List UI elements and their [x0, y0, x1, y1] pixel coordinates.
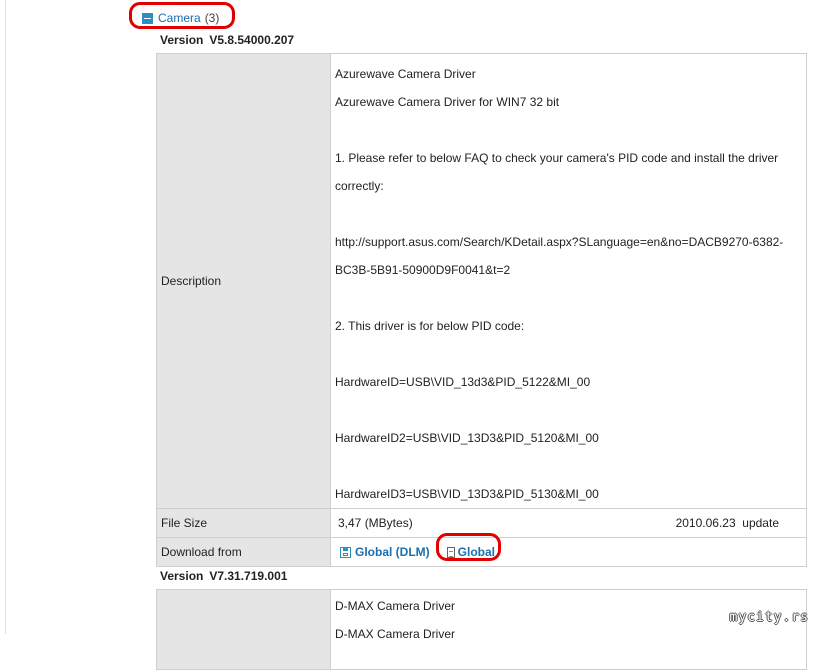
description-line: HardwareID2=USB\VID_13D3&PID_5120&MI_00	[335, 431, 599, 445]
left-border	[5, 0, 6, 634]
version-number: V5.8.54000.207	[209, 33, 295, 47]
version-label: Version	[160, 33, 204, 47]
description-row: D-MAX Camera Driver D-MAX Camera Driver	[156, 589, 807, 670]
version-label: Version	[160, 569, 204, 583]
highlight-ring-download	[436, 533, 501, 561]
download-manager-icon	[340, 546, 351, 558]
download-global-dlm-label: Global (DLM)	[355, 545, 430, 559]
download-label: Download from	[156, 537, 331, 567]
driver-table-2: D-MAX Camera Driver D-MAX Camera Driver	[156, 589, 807, 670]
highlight-ring-category	[129, 2, 235, 29]
description-line: Azurewave Camera Driver	[335, 67, 476, 81]
description-line: http://support.asus.com/Search/KDetail.a…	[335, 235, 784, 249]
version-heading-2: Version V7.31.719.001	[160, 569, 287, 583]
description-line	[335, 340, 800, 368]
file-size-value: 3,47 (MBytes)	[338, 516, 413, 530]
description-line: correctly:	[335, 179, 384, 193]
description-line: 1. Please refer to below FAQ to check yo…	[335, 151, 779, 165]
download-global-dlm-link[interactable]: Global (DLM)	[340, 545, 430, 559]
description-cell: Azurewave Camera Driver Azurewave Camera …	[330, 53, 807, 509]
update-date: 2010.06.23 update	[675, 516, 779, 530]
description-line: Azurewave Camera Driver for WIN7 32 bit	[335, 95, 560, 109]
description-cell: D-MAX Camera Driver D-MAX Camera Driver	[330, 589, 807, 670]
file-size-cell: 3,47 (MBytes) 2010.06.23 update	[330, 508, 807, 538]
description-line: 2. This driver is for below PID code:	[335, 319, 525, 333]
description-text: Azurewave Camera Driver Azurewave Camera …	[335, 54, 806, 508]
description-line: HardwareID=USB\VID_13d3&PID_5122&MI_00	[335, 375, 591, 389]
description-label	[156, 589, 331, 670]
description-line: HardwareID3=USB\VID_13D3&PID_5130&MI_00	[335, 487, 599, 501]
version-heading-1: Version V5.8.54000.207	[160, 33, 294, 47]
driver-table-1: Description Azurewave Camera Driver Azure…	[156, 53, 807, 567]
description-line	[335, 284, 800, 312]
file-size-label: File Size	[156, 508, 331, 538]
description-line	[335, 452, 800, 480]
download-cell: Global (DLM) Global	[330, 537, 807, 567]
version-number: V7.31.719.001	[209, 569, 288, 583]
description-row: Description Azurewave Camera Driver Azure…	[156, 53, 807, 509]
watermark: mycity.rs	[729, 610, 809, 625]
description-line	[335, 200, 800, 228]
description-label: Description	[156, 53, 331, 509]
description-line	[335, 396, 800, 424]
description-line	[335, 116, 800, 144]
description-line: BC3B-5B91-50900D9F0041&t=2	[335, 263, 511, 277]
